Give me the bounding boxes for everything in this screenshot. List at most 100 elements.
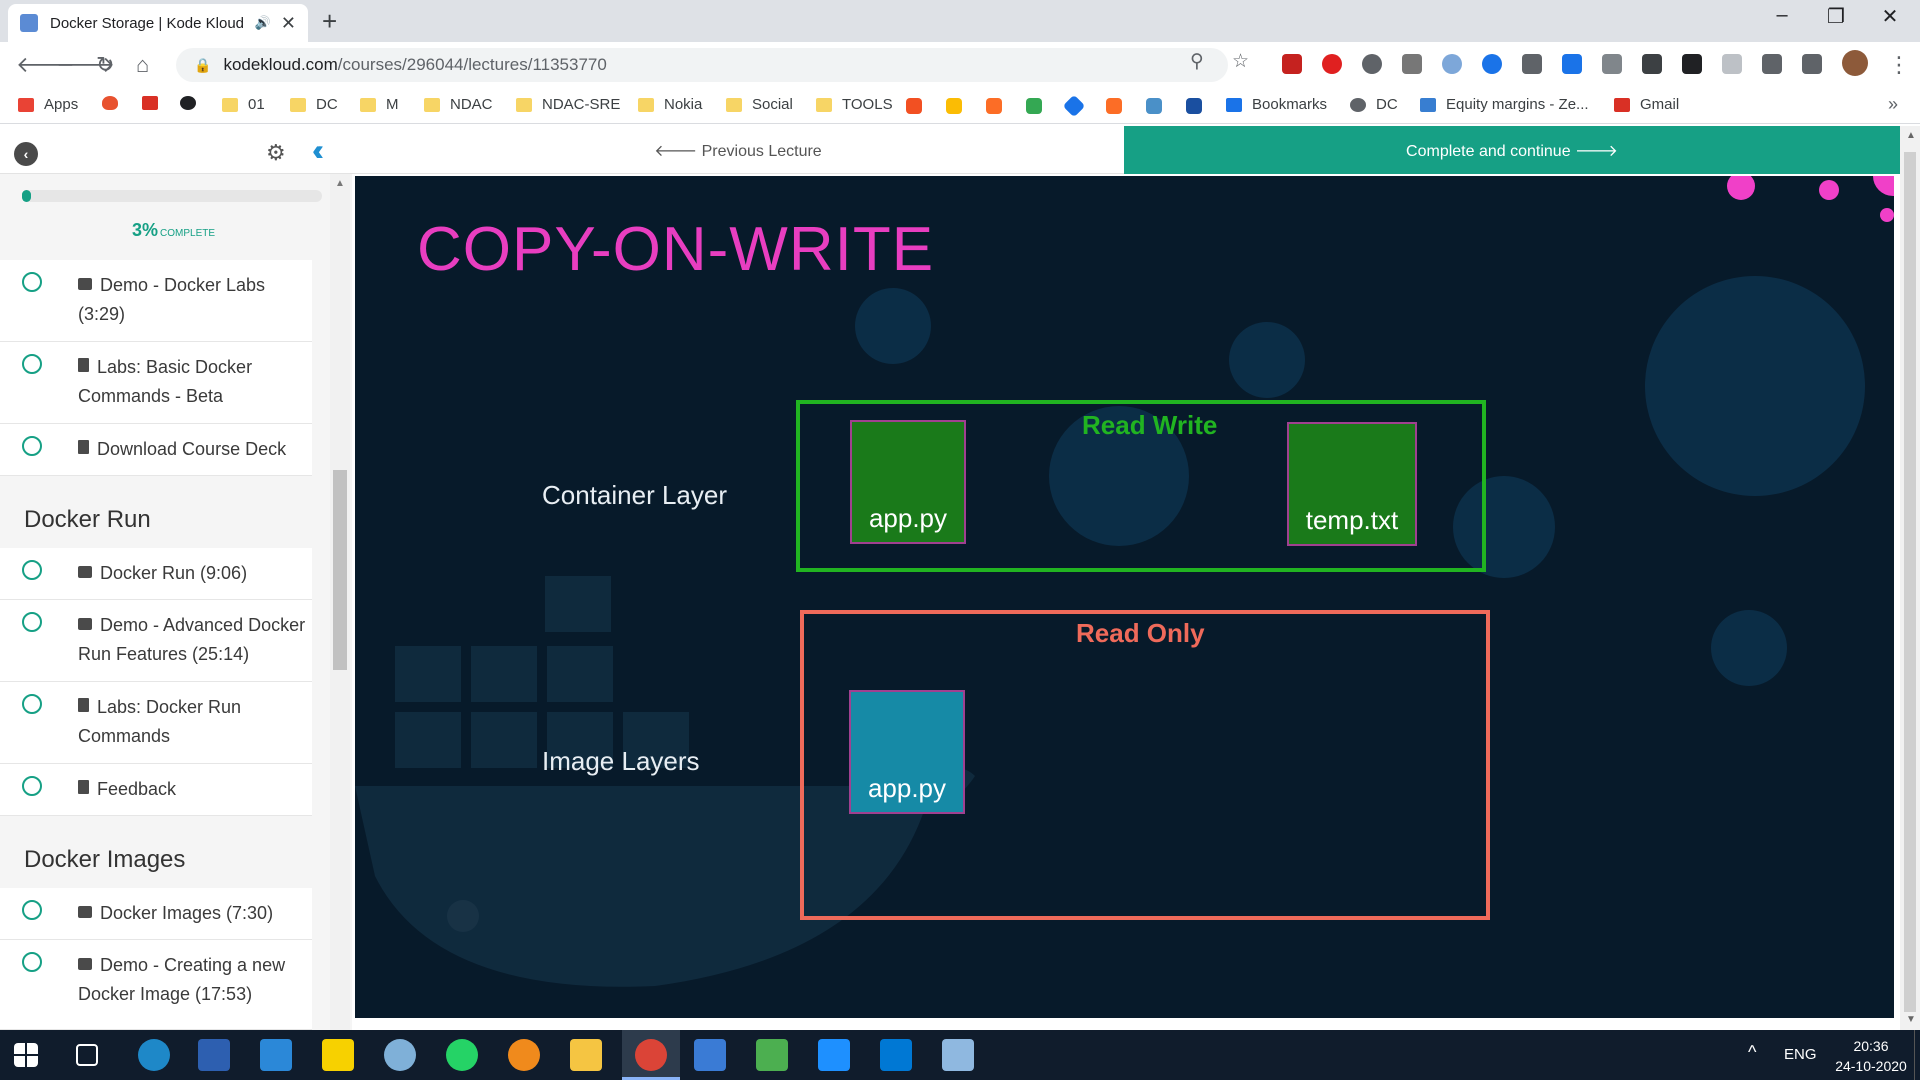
bookmark-github[interactable] — [180, 96, 206, 110]
list-item[interactable]: Demo - Creating a new Docker Image (17:5… — [0, 940, 312, 1030]
bookmark-folder-social[interactable]: Social — [726, 96, 793, 113]
list-item[interactable]: Docker Run (9:06) — [0, 548, 312, 600]
task-view-icon[interactable] — [76, 1044, 98, 1066]
bookmark-gmail-labeled[interactable]: Gmail — [1614, 96, 1679, 113]
extension-adblock-icon[interactable] — [1322, 54, 1342, 74]
extension-clipboard-icon[interactable] — [1722, 54, 1742, 74]
close-tab-icon[interactable]: ✕ — [281, 13, 296, 34]
extension-red-book-icon[interactable] — [1282, 54, 1302, 74]
language-indicator[interactable]: ENG — [1784, 1046, 1817, 1063]
media-control-icon[interactable] — [1802, 54, 1822, 74]
extensions-puzzle-icon[interactable] — [1762, 54, 1782, 74]
sticky-notes-icon[interactable] — [322, 1039, 354, 1071]
bookmark-folder-ndac-sre[interactable]: NDAC-SRE — [516, 96, 620, 113]
paint-icon[interactable] — [384, 1039, 416, 1071]
gitlab-icon[interactable] — [1106, 98, 1122, 114]
list-item[interactable]: Demo - Advanced Docker Run Features (25:… — [0, 600, 312, 682]
scrollbar-thumb[interactable] — [1904, 152, 1916, 1012]
todo-icon[interactable] — [260, 1039, 292, 1071]
taskbar-chrome-active[interactable] — [622, 1030, 680, 1080]
page-scrollbar[interactable]: ▲ ▼ — [1900, 126, 1920, 1030]
extension-pen-icon[interactable] — [1642, 54, 1662, 74]
snipping-tool-icon[interactable] — [942, 1039, 974, 1071]
sidebar-header: ‹ ⚙ ‹‹ — [0, 126, 352, 174]
minimize-button[interactable]: – — [1752, 4, 1812, 27]
home-icon[interactable]: ⌂ — [136, 52, 149, 78]
profile-avatar[interactable] — [1842, 50, 1868, 76]
bookmark-flame[interactable] — [102, 96, 128, 110]
list-item[interactable]: Download Course Deck — [0, 424, 312, 476]
decor-bubble — [1645, 276, 1865, 496]
more-bookmarks-icon[interactable]: » — [1888, 94, 1898, 115]
back-to-course-icon[interactable]: ‹ — [14, 142, 38, 166]
list-item[interactable]: Docker Images (7:30) — [0, 888, 312, 940]
browser-tab[interactable]: Docker Storage | Kode Kloud 🔊 ✕ — [8, 4, 308, 42]
extension-eyedropper-icon[interactable] — [1522, 54, 1542, 74]
google-maps-icon[interactable] — [1026, 98, 1042, 114]
bookmark-folder-m[interactable]: M — [360, 96, 399, 113]
scroll-up-icon[interactable]: ▲ — [1906, 130, 1916, 141]
edge-icon[interactable] — [138, 1039, 170, 1071]
show-desktop-button[interactable] — [1914, 1030, 1918, 1080]
audio-playing-icon[interactable]: 🔊 — [255, 15, 271, 31]
bookmark-folder-nokia[interactable]: Nokia — [638, 96, 702, 113]
new-tab-button[interactable]: + — [322, 6, 337, 37]
chrome-menu-icon[interactable]: ⋮ — [1888, 52, 1910, 78]
collapse-sidebar-icon[interactable]: ‹‹ — [312, 134, 324, 168]
vscode-icon[interactable] — [880, 1039, 912, 1071]
file-explorer-icon[interactable] — [570, 1039, 602, 1071]
google-drive-icon[interactable] — [946, 98, 962, 114]
network-icon[interactable] — [1146, 98, 1162, 114]
extension-edit-icon[interactable] — [1602, 54, 1622, 74]
bookmark-folder-01[interactable]: 01 — [222, 96, 265, 113]
image-viewer-icon[interactable] — [756, 1039, 788, 1071]
bookmark-star-icon[interactable]: ☆ — [1232, 50, 1249, 73]
windows-start-icon[interactable] — [14, 1043, 38, 1067]
bookmark-apps[interactable]: Apps — [18, 96, 78, 113]
extension-circle-icon[interactable] — [1362, 54, 1382, 74]
bookmark-bookmarks[interactable]: Bookmarks — [1226, 96, 1327, 113]
gear-icon[interactable]: ⚙ — [266, 140, 286, 166]
incomplete-status-icon — [22, 952, 42, 972]
close-window-button[interactable]: ✕ — [1860, 4, 1920, 29]
complete-and-continue-button[interactable]: Complete and continue 🡒 — [1124, 126, 1900, 174]
document-icon — [78, 440, 89, 454]
address-bar[interactable]: 🔒 kodekloud.com/courses/296044/lectures/… — [176, 48, 1228, 82]
list-item[interactable]: Demo - Docker Labs (3:29) — [0, 260, 312, 342]
extension-blue-shield-icon[interactable] — [1482, 54, 1502, 74]
bookmark-folder-tools[interactable]: TOOLS — [816, 96, 893, 113]
scroll-down-icon[interactable]: ▼ — [1906, 1014, 1916, 1025]
list-item[interactable]: Labs: Basic Docker Commands - Beta — [0, 342, 312, 424]
bookmark-folder-ndac[interactable]: NDAC — [424, 96, 493, 113]
list-item[interactable]: Feedback — [0, 764, 312, 816]
extension-b-icon[interactable] — [1682, 54, 1702, 74]
bookmark-folder-dc[interactable]: DC — [290, 96, 338, 113]
bookmark-dc[interactable]: DC — [1350, 96, 1398, 113]
powershell-icon[interactable] — [198, 1039, 230, 1071]
whatsapp-icon[interactable] — [446, 1039, 478, 1071]
extension-screen-icon[interactable] — [1562, 54, 1582, 74]
photos-icon[interactable] — [818, 1039, 850, 1071]
restore-button[interactable]: ❐ — [1806, 4, 1866, 29]
scroll-up-icon[interactable]: ▲ — [335, 178, 345, 189]
previous-lecture-button[interactable]: 🡐 Previous Lecture — [352, 126, 1124, 174]
bookmark-equity-margins[interactable]: Equity margins - Ze... — [1420, 96, 1589, 113]
zoom-icon[interactable]: ⚲ — [1190, 50, 1204, 73]
extension-blue-swirl-icon[interactable] — [1442, 54, 1462, 74]
list-item[interactable]: Labs: Docker Run Commands — [0, 682, 312, 764]
search-app-icon[interactable] — [508, 1039, 540, 1071]
show-hidden-icons-icon[interactable]: ^ — [1748, 1042, 1756, 1063]
microsoft-icon[interactable] — [906, 98, 922, 114]
gitlab-icon[interactable] — [986, 98, 1002, 114]
lock-icon[interactable]: 🔒 — [194, 57, 211, 74]
extension-scissors-icon[interactable] — [1402, 54, 1422, 74]
reload-icon[interactable]: ↻ — [96, 52, 114, 78]
remote-desktop-icon[interactable] — [694, 1039, 726, 1071]
n-app-icon[interactable] — [1186, 98, 1202, 114]
sidebar-scrollbar[interactable]: ▲ — [330, 174, 350, 1030]
jira-icon[interactable] — [1062, 94, 1086, 118]
bookmark-gmail[interactable] — [142, 96, 168, 110]
read-only-layer-box: Read Only app.py — [800, 610, 1490, 920]
scrollbar-thumb[interactable] — [333, 470, 347, 670]
system-clock[interactable]: 20:36 24-10-2020 — [1826, 1036, 1916, 1076]
